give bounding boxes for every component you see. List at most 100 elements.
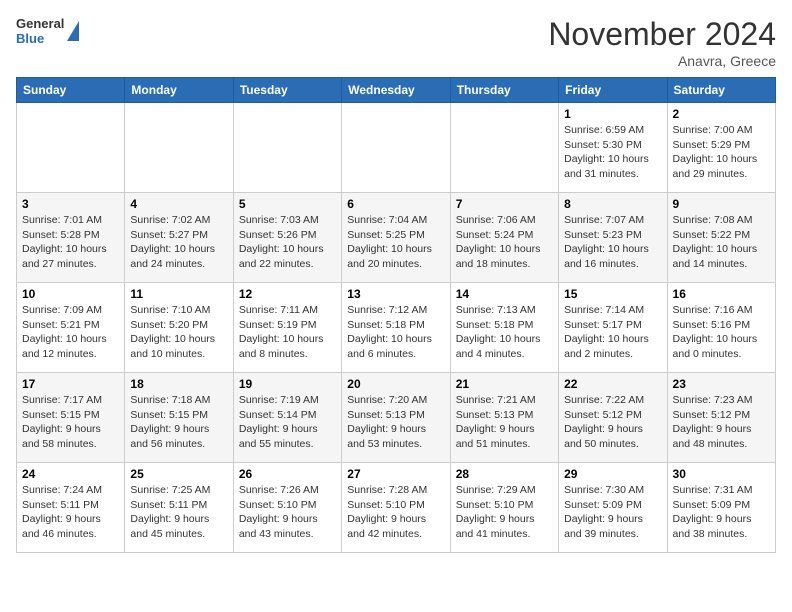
day-info: Sunrise: 7:17 AM Sunset: 5:15 PM Dayligh… (22, 393, 119, 452)
day-info: Sunrise: 7:04 AM Sunset: 5:25 PM Dayligh… (347, 213, 444, 272)
day-number: 7 (456, 197, 553, 211)
weekday-header: Thursday (450, 78, 558, 103)
day-info: Sunrise: 7:07 AM Sunset: 5:23 PM Dayligh… (564, 213, 661, 272)
day-number: 23 (673, 377, 770, 391)
location: Anavra, Greece (548, 53, 776, 69)
day-info: Sunrise: 7:06 AM Sunset: 5:24 PM Dayligh… (456, 213, 553, 272)
day-number: 5 (239, 197, 336, 211)
day-info: Sunrise: 7:02 AM Sunset: 5:27 PM Dayligh… (130, 213, 227, 272)
day-info: Sunrise: 7:19 AM Sunset: 5:14 PM Dayligh… (239, 393, 336, 452)
calendar-week-row: 17 Sunrise: 7:17 AM Sunset: 5:15 PM Dayli… (17, 373, 776, 463)
calendar-day-cell: 4 Sunrise: 7:02 AM Sunset: 5:27 PM Daylig… (125, 193, 233, 283)
calendar-week-row: 10 Sunrise: 7:09 AM Sunset: 5:21 PM Dayli… (17, 283, 776, 373)
day-info: Sunrise: 7:12 AM Sunset: 5:18 PM Dayligh… (347, 303, 444, 362)
calendar-day-cell: 23 Sunrise: 7:23 AM Sunset: 5:12 PM Dayli… (667, 373, 775, 463)
day-info: Sunrise: 7:20 AM Sunset: 5:13 PM Dayligh… (347, 393, 444, 452)
calendar-day-cell: 26 Sunrise: 7:26 AM Sunset: 5:10 PM Dayli… (233, 463, 341, 553)
day-number: 4 (130, 197, 227, 211)
day-number: 12 (239, 287, 336, 301)
logo-blue: Blue (16, 31, 64, 46)
weekday-header: Tuesday (233, 78, 341, 103)
calendar-day-cell: 12 Sunrise: 7:11 AM Sunset: 5:19 PM Dayli… (233, 283, 341, 373)
calendar-day-cell: 8 Sunrise: 7:07 AM Sunset: 5:23 PM Daylig… (559, 193, 667, 283)
day-info: Sunrise: 7:16 AM Sunset: 5:16 PM Dayligh… (673, 303, 770, 362)
calendar-day-cell: 16 Sunrise: 7:16 AM Sunset: 5:16 PM Dayli… (667, 283, 775, 373)
calendar-day-cell: 21Sunrise: 7:21 AM Sunset: 5:13 PM Dayli… (450, 373, 558, 463)
calendar-day-cell: 19 Sunrise: 7:19 AM Sunset: 5:14 PM Dayli… (233, 373, 341, 463)
calendar-day-cell (233, 103, 341, 193)
day-info: Sunrise: 7:13 AM Sunset: 5:18 PM Dayligh… (456, 303, 553, 362)
day-info: Sunrise: 7:00 AM Sunset: 5:29 PM Dayligh… (673, 123, 770, 182)
calendar-day-cell: 11 Sunrise: 7:10 AM Sunset: 5:20 PM Dayli… (125, 283, 233, 373)
day-number: 22 (564, 377, 661, 391)
calendar-week-row: 3 Sunrise: 7:01 AM Sunset: 5:28 PM Daylig… (17, 193, 776, 283)
calendar-day-cell: 14 Sunrise: 7:13 AM Sunset: 5:18 PM Dayli… (450, 283, 558, 373)
calendar-day-cell: 17 Sunrise: 7:17 AM Sunset: 5:15 PM Dayli… (17, 373, 125, 463)
day-number: 26 (239, 467, 336, 481)
day-number: 18 (130, 377, 227, 391)
title-area: November 2024 Anavra, Greece (548, 16, 776, 69)
day-info: Sunrise: 7:03 AM Sunset: 5:26 PM Dayligh… (239, 213, 336, 272)
day-info: Sunrise: 7:10 AM Sunset: 5:20 PM Dayligh… (130, 303, 227, 362)
calendar-day-cell: 1 Sunrise: 6:59 AM Sunset: 5:30 PM Daylig… (559, 103, 667, 193)
day-number: 3 (22, 197, 119, 211)
day-number: 17 (22, 377, 119, 391)
calendar-week-row: 1 Sunrise: 6:59 AM Sunset: 5:30 PM Daylig… (17, 103, 776, 193)
day-info: Sunrise: 7:01 AM Sunset: 5:28 PM Dayligh… (22, 213, 119, 272)
day-number: 24 (22, 467, 119, 481)
calendar-day-cell: 25Sunrise: 7:25 AM Sunset: 5:11 PM Dayli… (125, 463, 233, 553)
day-info: Sunrise: 7:31 AM Sunset: 5:09 PM Dayligh… (673, 483, 770, 542)
calendar-day-cell (342, 103, 450, 193)
day-info: Sunrise: 6:59 AM Sunset: 5:30 PM Dayligh… (564, 123, 661, 182)
day-info: Sunrise: 7:30 AM Sunset: 5:09 PM Dayligh… (564, 483, 661, 542)
calendar-day-cell (17, 103, 125, 193)
day-number: 1 (564, 107, 661, 121)
weekday-header: Sunday (17, 78, 125, 103)
calendar-day-cell: 20 Sunrise: 7:20 AM Sunset: 5:13 PM Dayli… (342, 373, 450, 463)
day-info: Sunrise: 7:28 AM Sunset: 5:10 PM Dayligh… (347, 483, 444, 542)
day-info: Sunrise: 7:24 AM Sunset: 5:11 PM Dayligh… (22, 483, 119, 542)
day-info: Sunrise: 7:25 AM Sunset: 5:11 PM Dayligh… (130, 483, 227, 542)
calendar-day-cell: 5 Sunrise: 7:03 AM Sunset: 5:26 PM Daylig… (233, 193, 341, 283)
calendar-day-cell: 22 Sunrise: 7:22 AM Sunset: 5:12 PM Dayli… (559, 373, 667, 463)
calendar-day-cell: 18 Sunrise: 7:18 AM Sunset: 5:15 PM Dayli… (125, 373, 233, 463)
day-number: 28 (456, 467, 553, 481)
day-number: 6 (347, 197, 444, 211)
calendar-day-cell (450, 103, 558, 193)
day-info: Sunrise: 7:18 AM Sunset: 5:15 PM Dayligh… (130, 393, 227, 452)
day-info: Sunrise: 7:11 AM Sunset: 5:19 PM Dayligh… (239, 303, 336, 362)
calendar-day-cell: 3 Sunrise: 7:01 AM Sunset: 5:28 PM Daylig… (17, 193, 125, 283)
day-info: Sunrise: 7:09 AM Sunset: 5:21 PM Dayligh… (22, 303, 119, 362)
day-info: Sunrise: 7:26 AM Sunset: 5:10 PM Dayligh… (239, 483, 336, 542)
day-number: 16 (673, 287, 770, 301)
day-number: 29 (564, 467, 661, 481)
day-number: 21 (456, 377, 553, 391)
calendar-table: SundayMondayTuesdayWednesdayThursdayFrid… (16, 77, 776, 553)
day-number: 13 (347, 287, 444, 301)
day-info: Sunrise: 7:23 AM Sunset: 5:12 PM Dayligh… (673, 393, 770, 452)
day-number: 11 (130, 287, 227, 301)
day-number: 9 (673, 197, 770, 211)
page-header: General Blue November 2024 Anavra, Greec… (16, 16, 776, 69)
calendar-day-cell: 28 Sunrise: 7:29 AM Sunset: 5:10 PM Dayli… (450, 463, 558, 553)
day-info: Sunrise: 7:29 AM Sunset: 5:10 PM Dayligh… (456, 483, 553, 542)
calendar-day-cell: 6 Sunrise: 7:04 AM Sunset: 5:25 PM Daylig… (342, 193, 450, 283)
calendar-day-cell: 30Sunrise: 7:31 AM Sunset: 5:09 PM Dayli… (667, 463, 775, 553)
day-number: 19 (239, 377, 336, 391)
logo-triangle-icon (67, 21, 79, 41)
day-number: 10 (22, 287, 119, 301)
calendar-day-cell: 29 Sunrise: 7:30 AM Sunset: 5:09 PM Dayli… (559, 463, 667, 553)
logo-text: General Blue (16, 16, 64, 46)
day-number: 8 (564, 197, 661, 211)
day-info: Sunrise: 7:14 AM Sunset: 5:17 PM Dayligh… (564, 303, 661, 362)
day-number: 20 (347, 377, 444, 391)
weekday-header: Saturday (667, 78, 775, 103)
month-title: November 2024 (548, 16, 776, 53)
day-info: Sunrise: 7:22 AM Sunset: 5:12 PM Dayligh… (564, 393, 661, 452)
day-number: 2 (673, 107, 770, 121)
calendar-day-cell: 15 Sunrise: 7:14 AM Sunset: 5:17 PM Dayli… (559, 283, 667, 373)
day-number: 27 (347, 467, 444, 481)
day-number: 14 (456, 287, 553, 301)
day-number: 15 (564, 287, 661, 301)
calendar-day-cell: 13 Sunrise: 7:12 AM Sunset: 5:18 PM Dayli… (342, 283, 450, 373)
